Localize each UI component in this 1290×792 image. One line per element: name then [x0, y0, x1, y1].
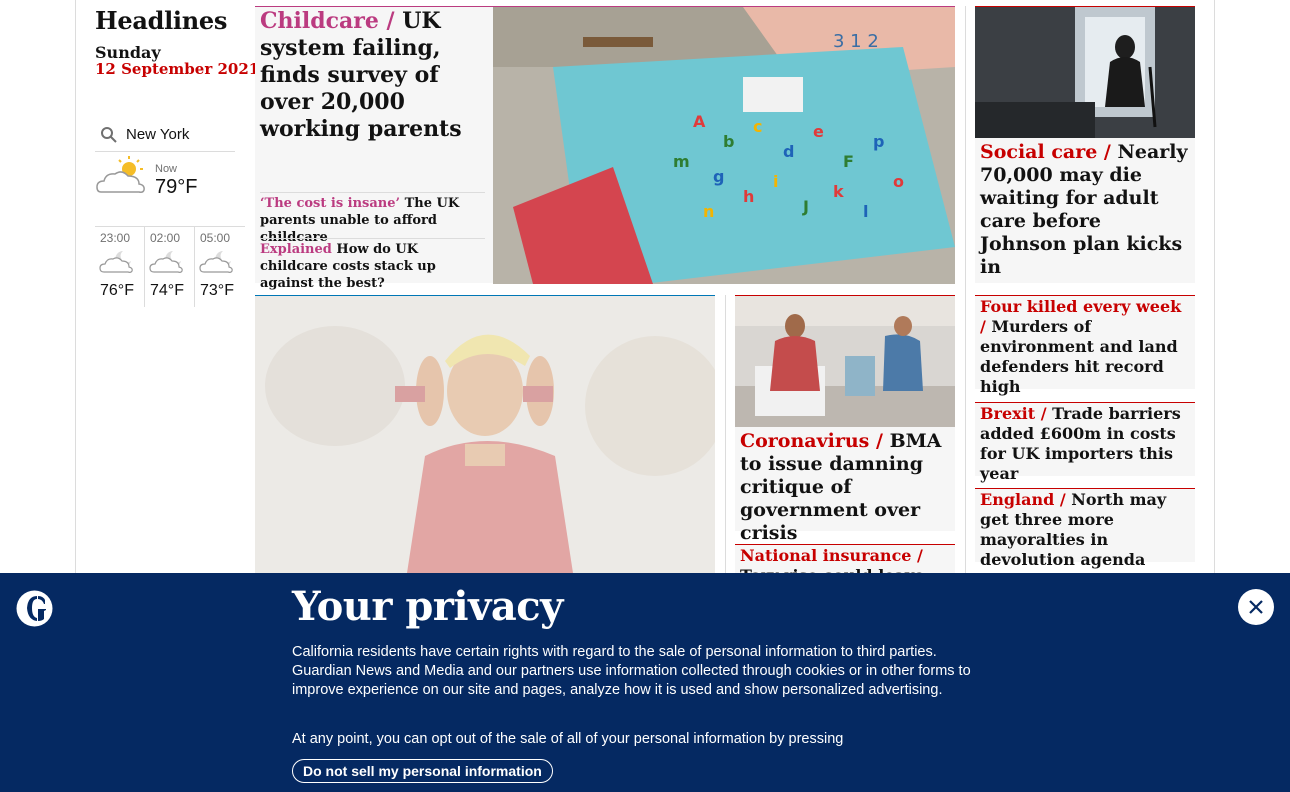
column-divider — [725, 295, 726, 585]
forecast-item: 05:00 73°F — [195, 227, 245, 307]
cloud-moon-icon — [99, 251, 133, 273]
four-killed-headline-text: Murders of environment and land defender… — [980, 317, 1178, 396]
coronavirus-headline[interactable]: Coronavirus / BMA to issue damning criti… — [740, 430, 952, 545]
related-link[interactable]: Explained How do UK childcare costs stac… — [260, 238, 485, 292]
related-kicker: ‘The cost is insane’ — [260, 196, 401, 211]
svg-text:h: h — [743, 187, 754, 206]
date-full: 12 September 2021 — [95, 60, 260, 78]
forecast-item: 23:00 76°F — [95, 227, 145, 307]
brexit-kicker: Brexit / — [980, 404, 1047, 423]
forecast-time: 23:00 — [100, 231, 131, 245]
svg-text:b: b — [723, 132, 734, 151]
england-kicker: England / — [980, 490, 1066, 509]
svg-text:p: p — [873, 132, 884, 151]
privacy-opt-out-text: At any point, you can opt out of the sal… — [292, 731, 844, 747]
location-name: New York — [126, 126, 190, 143]
svg-text:g: g — [713, 167, 724, 186]
childcare-headline[interactable]: Childcare / UK system failing, finds sur… — [260, 8, 485, 143]
cloud-moon-icon — [149, 251, 183, 273]
social-care-headline[interactable]: Social care / Nearly 70,000 may die wait… — [980, 141, 1192, 279]
svg-text:e: e — [813, 122, 824, 141]
four-killed-card[interactable]: Four killed every week / Murders of envi… — [975, 295, 1195, 396]
forecast-temp: 73°F — [200, 282, 234, 299]
svg-text:m: m — [673, 152, 690, 171]
related-kicker: Explained — [260, 242, 332, 257]
svg-text:F: F — [843, 152, 854, 171]
privacy-text: California residents have certain rights… — [292, 644, 971, 698]
coronavirus-card[interactable]: Coronavirus / BMA to issue damning criti… — [735, 295, 955, 544]
england-headline[interactable]: England / North may get three more mayor… — [980, 490, 1192, 570]
social-care-photo[interactable] — [975, 7, 1195, 138]
childcare-card[interactable]: Childcare / UK system failing, finds sur… — [255, 6, 955, 291]
coronavirus-kicker: Coronavirus / — [740, 430, 883, 452]
svg-text:n: n — [703, 202, 714, 221]
now-label: Now — [155, 163, 178, 175]
partly-cloudy-icon — [96, 156, 145, 193]
svg-text:d: d — [783, 142, 794, 161]
forecast-time: 02:00 — [150, 231, 181, 245]
privacy-title: Your privacy — [292, 583, 563, 630]
svg-text:k: k — [833, 182, 844, 201]
forecast-strip: 23:00 76°F 02:00 74°F 05:00 73°F — [95, 226, 245, 307]
svg-text:J: J — [802, 197, 809, 216]
forecast-temp: 74°F — [150, 282, 184, 299]
childcare-photo[interactable]: 3 1 2 Ab cd eF gh iJ kl mn op — [493, 7, 955, 284]
close-icon — [1249, 600, 1263, 614]
svg-text:A: A — [693, 112, 706, 131]
search-icon — [101, 126, 117, 143]
four-killed-headline[interactable]: Four killed every week / Murders of envi… — [980, 297, 1192, 397]
childcare-kicker: Childcare / — [260, 8, 395, 34]
forecast-time: 05:00 — [200, 231, 231, 245]
tennis-card[interactable] — [255, 295, 715, 585]
svg-text:o: o — [893, 172, 904, 191]
privacy-banner: Your privacy California residents have c… — [0, 573, 1290, 792]
social-care-kicker: Social care / — [980, 141, 1111, 163]
brexit-headline[interactable]: Brexit / Trade barriers added £600m in c… — [980, 404, 1192, 484]
coronavirus-photo[interactable] — [735, 296, 955, 427]
forecast-item: 02:00 74°F — [145, 227, 195, 307]
column-divider — [965, 6, 966, 586]
tennis-photo[interactable] — [255, 296, 715, 585]
national-insurance-kicker: National insurance / — [740, 546, 923, 565]
do-not-sell-button[interactable]: Do not sell my personal information — [292, 759, 553, 783]
now-temperature: 79°F — [155, 176, 198, 198]
social-care-card[interactable]: Social care / Nearly 70,000 may die wait… — [975, 6, 1195, 283]
svg-text:i: i — [773, 172, 778, 191]
cloud-moon-icon — [199, 251, 233, 273]
england-card[interactable]: England / North may get three more mayor… — [975, 488, 1195, 569]
forecast-temp: 76°F — [100, 282, 134, 299]
close-button[interactable] — [1238, 589, 1274, 625]
page-title: Headlines — [95, 6, 228, 35]
brexit-card[interactable]: Brexit / Trade barriers added £600m in c… — [975, 402, 1195, 483]
location-search[interactable]: New York — [95, 118, 235, 152]
guardian-logo-icon[interactable] — [16, 590, 53, 627]
svg-text:l: l — [863, 202, 868, 221]
svg-text:c: c — [753, 117, 762, 136]
